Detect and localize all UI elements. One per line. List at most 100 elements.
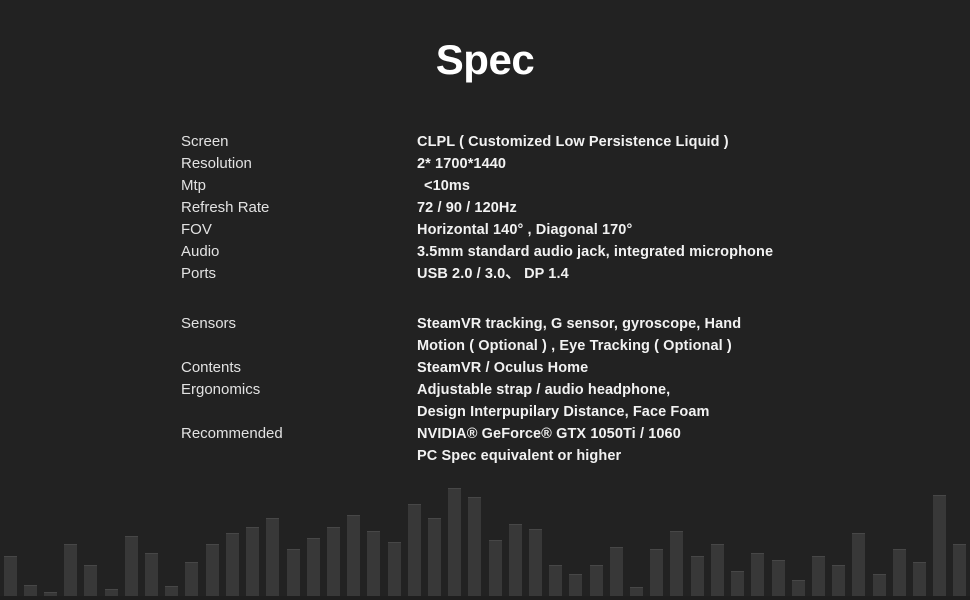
spec-row-value-line: SteamVR / Oculus Home — [417, 360, 589, 376]
spec-table: Screen CLPL ( Customized Low Persistence … — [181, 131, 881, 467]
chart-bar — [630, 587, 644, 596]
spec-row-label: Recommended — [181, 425, 283, 442]
chart-bar — [185, 562, 199, 596]
chart-bar — [225, 533, 239, 596]
chart-bar — [832, 564, 846, 596]
spec-row: Ergonomics Adjustable strap / audio headp… — [181, 379, 881, 423]
spec-row-value-line: Design Interpupilary Distance, Face Foam — [417, 404, 710, 420]
equalizer-bar-chart — [0, 475, 970, 600]
spec-row-value-line: <10ms — [424, 178, 471, 194]
chart-bar — [731, 571, 745, 596]
chart-bar — [569, 573, 583, 596]
spec-row: Screen CLPL ( Customized Low Persistence … — [181, 131, 881, 153]
spec-slide: Spec Screen CLPL ( Customized Low Persist… — [0, 0, 970, 600]
spec-row-values: USB 2.0 / 3.0、 DP 1.4 — [417, 263, 881, 285]
spec-row-value-line: Adjustable strap / audio headphone, — [417, 382, 671, 398]
chart-bar — [670, 531, 684, 596]
chart-bar — [872, 573, 886, 596]
chart-bar — [589, 564, 603, 596]
chart-bar — [427, 517, 441, 596]
spec-row: Sensors SteamVR tracking, G sensor, gyros… — [181, 313, 881, 357]
chart-bar — [791, 580, 805, 596]
spec-row-value-line: CLPL ( Customized Low Persistence Liquid… — [417, 134, 729, 150]
spec-row-values: Horizontal 140° , Diagonal 170° — [417, 219, 881, 241]
spec-row-label: Audio — [181, 243, 220, 260]
spec-row-values: Adjustable strap / audio headphone, Desig… — [417, 379, 881, 423]
chart-baseline — [0, 596, 970, 600]
chart-bar — [3, 555, 17, 596]
chart-bar — [124, 535, 138, 596]
spec-row-label: Ports — [181, 265, 217, 282]
chart-bar — [609, 546, 623, 596]
spec-row-values: NVIDIA® GeForce® GTX 1050Ti / 1060 PC Spe… — [417, 423, 881, 467]
spec-row: Resolution 2* 1700*1440 — [181, 153, 881, 175]
spec-row-value-line: 3.5mm standard audio jack, integrated mi… — [417, 244, 774, 260]
chart-bar — [145, 553, 159, 596]
chart-bar — [266, 517, 280, 596]
chart-bar — [246, 526, 260, 596]
chart-bar — [326, 526, 340, 596]
chart-bar — [650, 548, 664, 596]
chart-bar — [64, 544, 78, 596]
spec-row-value-line: NVIDIA® GeForce® GTX 1050Ti / 1060 — [417, 426, 681, 442]
chart-bar — [953, 544, 967, 596]
chart-bar — [771, 560, 785, 596]
spec-row-value-line: Motion ( Optional ) , Eye Tracking ( Opt… — [417, 338, 732, 354]
chart-bar — [933, 495, 947, 596]
spec-row: Recommended NVIDIA® GeForce® GTX 1050Ti /… — [181, 423, 881, 467]
chart-bar — [529, 528, 543, 596]
spec-row-value-line: Horizontal 140° , Diagonal 170° — [417, 222, 633, 238]
chart-bar — [811, 555, 825, 596]
chart-bar — [205, 544, 219, 596]
spec-row-value-line: 2* 1700*1440 — [417, 156, 507, 172]
spec-row-value-line: SteamVR tracking, G sensor, gyroscope, H… — [417, 316, 742, 332]
spec-row-label: Resolution — [181, 155, 252, 172]
chart-bar — [347, 515, 361, 596]
spec-row-values: SteamVR / Oculus Home — [417, 357, 881, 379]
chart-bar — [690, 555, 704, 596]
chart-bar — [710, 544, 724, 596]
spec-row-values: SteamVR tracking, G sensor, gyroscope, H… — [417, 313, 881, 357]
spec-row: Mtp <10ms — [181, 175, 881, 197]
chart-bar — [387, 542, 401, 596]
spec-row-label: Mtp — [181, 177, 207, 194]
spec-group-gap — [181, 285, 881, 313]
chart-bar — [751, 553, 765, 596]
chart-bar — [892, 548, 906, 596]
spec-row: Contents SteamVR / Oculus Home — [181, 357, 881, 379]
chart-bar — [84, 564, 98, 596]
spec-row-label: Contents — [181, 359, 242, 376]
spec-row-values: <10ms — [417, 175, 881, 197]
spec-row-values: CLPL ( Customized Low Persistence Liquid… — [417, 131, 881, 153]
spec-row-label: Screen — [181, 133, 229, 150]
spec-row-value-line: USB 2.0 / 3.0、 DP 1.4 — [417, 266, 569, 282]
spec-row: FOV Horizontal 140° , Diagonal 170° — [181, 219, 881, 241]
chart-bar — [488, 540, 502, 596]
spec-row-label: Ergonomics — [181, 381, 261, 398]
spec-row: Refresh Rate 72 / 90 / 120Hz — [181, 197, 881, 219]
chart-bar — [852, 533, 866, 596]
chart-bar — [165, 585, 179, 596]
spec-row-values: 2* 1700*1440 — [417, 153, 881, 175]
chart-bar — [306, 537, 320, 596]
page-title: Spec — [435, 36, 535, 83]
chart-bar — [104, 589, 118, 596]
spec-row-label: Sensors — [181, 315, 237, 332]
spec-row-value-line: 72 / 90 / 120Hz — [417, 200, 517, 216]
chart-bar — [508, 524, 522, 596]
chart-bar — [407, 504, 421, 596]
chart-bar — [448, 488, 462, 596]
chart-bar — [468, 497, 482, 596]
chart-bar — [912, 562, 926, 596]
spec-row-values: 3.5mm standard audio jack, integrated mi… — [417, 241, 881, 263]
chart-bar — [367, 531, 381, 596]
chart-bar — [549, 564, 563, 596]
spec-row-values: 72 / 90 / 120Hz — [417, 197, 881, 219]
chart-bar — [23, 584, 37, 596]
spec-row-label: Refresh Rate — [181, 199, 270, 216]
spec-row: Audio 3.5mm standard audio jack, integrat… — [181, 241, 881, 263]
spec-group: Sensors SteamVR tracking, G sensor, gyros… — [181, 313, 881, 467]
chart-bar — [44, 591, 58, 596]
chart-bar — [286, 548, 300, 596]
spec-row-label: FOV — [181, 221, 212, 238]
